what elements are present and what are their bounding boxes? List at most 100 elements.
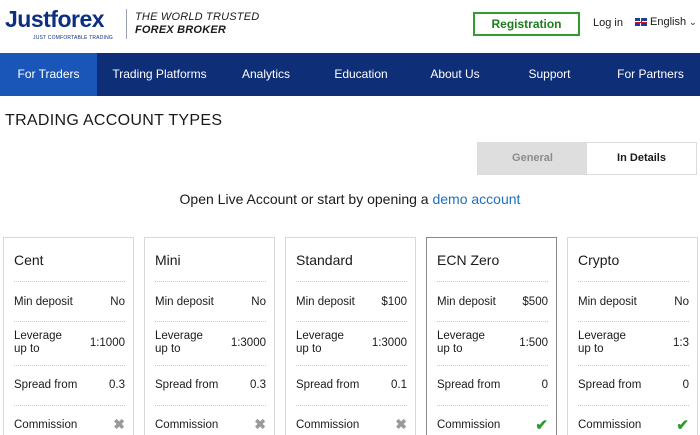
check-icon: ✔ bbox=[535, 417, 548, 434]
leverage-row: Leverage up to 1:500 bbox=[437, 321, 548, 365]
chevron-down-icon: ⌄ bbox=[689, 16, 697, 27]
justforex-logo[interactable]: Justforex JUST COMFORTABLE TRADING bbox=[5, 6, 120, 41]
commission-row: Commission ✔ bbox=[578, 405, 689, 435]
leverage-label: Leverage up to bbox=[296, 330, 344, 355]
min-deposit-label: Min deposit bbox=[437, 296, 496, 308]
cross-icon: ✖ bbox=[113, 416, 125, 432]
nav-item-for-partners[interactable]: For Partners bbox=[601, 53, 700, 96]
language-selector[interactable]: English ⌄ bbox=[635, 16, 697, 28]
spread-value: 0.3 bbox=[250, 379, 266, 391]
open-account-text: Open Live Account or start by opening a bbox=[179, 191, 429, 207]
min-deposit-value: No bbox=[251, 296, 266, 308]
leverage-value: 1:500 bbox=[519, 337, 548, 349]
min-deposit-value: $500 bbox=[522, 296, 548, 308]
logo-wordmark: Justforex bbox=[5, 6, 105, 32]
min-deposit-label: Min deposit bbox=[578, 296, 637, 308]
min-deposit-row: Min deposit $100 bbox=[296, 281, 407, 321]
nav-item-analytics[interactable]: Analytics bbox=[222, 53, 310, 96]
tagline: THE WORLD TRUSTED FOREX BROKER bbox=[135, 11, 259, 37]
login-link[interactable]: Log in bbox=[593, 17, 623, 29]
spread-label: Spread from bbox=[14, 379, 78, 391]
logo-subtitle: JUST COMFORTABLE TRADING bbox=[33, 35, 113, 41]
leverage-value: 1:3000 bbox=[371, 337, 407, 349]
spread-label: Spread from bbox=[437, 379, 501, 391]
leverage-value: 1:3 bbox=[673, 337, 689, 349]
min-deposit-row: Min deposit No bbox=[14, 281, 125, 321]
commission-label: Commission bbox=[578, 419, 642, 431]
min-deposit-row: Min deposit $500 bbox=[437, 281, 548, 321]
account-name: Mini bbox=[155, 252, 181, 268]
account-card-mini[interactable]: Mini Min deposit No Leverage up to 1:3000… bbox=[144, 237, 275, 435]
uk-flag-icon bbox=[635, 18, 647, 26]
min-deposit-label: Min deposit bbox=[14, 296, 73, 308]
commission-label: Commission bbox=[155, 419, 219, 431]
leverage-value: 1:1000 bbox=[89, 337, 125, 349]
leverage-label: Leverage up to bbox=[437, 330, 485, 355]
tab-general[interactable]: General bbox=[478, 143, 587, 174]
commission-row: Commission ✔ bbox=[437, 405, 548, 435]
commission-label: Commission bbox=[296, 419, 360, 431]
main-nav: For Traders Trading Platforms Analytics … bbox=[0, 53, 700, 96]
min-deposit-value: No bbox=[110, 296, 125, 308]
spread-label: Spread from bbox=[155, 379, 219, 391]
spread-row: Spread from 0 bbox=[437, 365, 548, 405]
account-cards: Cent Min deposit No Leverage up to 1:1000… bbox=[0, 237, 700, 435]
min-deposit-row: Min deposit No bbox=[155, 281, 266, 321]
min-deposit-value: $100 bbox=[381, 296, 407, 308]
nav-item-for-traders[interactable]: For Traders bbox=[0, 53, 97, 96]
demo-account-link[interactable]: demo account bbox=[432, 191, 520, 207]
cross-icon: ✖ bbox=[395, 416, 407, 432]
spread-row: Spread from 0.1 bbox=[296, 365, 407, 405]
account-card-cent[interactable]: Cent Min deposit No Leverage up to 1:1000… bbox=[3, 237, 134, 435]
registration-button[interactable]: Registration bbox=[473, 12, 580, 36]
leverage-row: Leverage up to 1:3000 bbox=[296, 321, 407, 365]
cross-icon: ✖ bbox=[254, 416, 266, 432]
leverage-label: Leverage up to bbox=[155, 330, 203, 355]
leverage-label: Leverage up to bbox=[14, 330, 62, 355]
spread-label: Spread from bbox=[296, 379, 360, 391]
check-icon: ✔ bbox=[676, 417, 689, 434]
min-deposit-label: Min deposit bbox=[155, 296, 214, 308]
nav-item-education[interactable]: Education bbox=[310, 53, 412, 96]
leverage-row: Leverage up to 1:1000 bbox=[14, 321, 125, 365]
commission-row: Commission ✖ bbox=[155, 405, 266, 435]
account-card-crypto[interactable]: Crypto Min deposit No Leverage up to 1:3 … bbox=[567, 237, 698, 435]
spread-value: 0.1 bbox=[391, 379, 407, 391]
commission-row: Commission ✖ bbox=[296, 405, 407, 435]
nav-item-trading-platforms[interactable]: Trading Platforms bbox=[97, 53, 222, 96]
account-name: ECN Zero bbox=[437, 252, 500, 268]
logo-divider bbox=[126, 9, 127, 39]
nav-item-support[interactable]: Support bbox=[498, 53, 601, 96]
leverage-value: 1:3000 bbox=[230, 337, 266, 349]
account-card-standard[interactable]: Standard Min deposit $100 Leverage up to … bbox=[285, 237, 416, 435]
tagline-line-1: THE WORLD TRUSTED bbox=[135, 11, 260, 23]
spread-row: Spread from 0.3 bbox=[14, 365, 125, 405]
leverage-label: Leverage up to bbox=[578, 330, 626, 355]
tagline-line-2: FOREX BROKER bbox=[135, 24, 227, 36]
leverage-row: Leverage up to 1:3 bbox=[578, 321, 689, 365]
spread-value: 0 bbox=[682, 379, 689, 391]
spread-label: Spread from bbox=[578, 379, 642, 391]
page-title: TRADING ACCOUNT TYPES bbox=[5, 112, 223, 129]
view-toggle: General In Details bbox=[477, 142, 697, 175]
commission-label: Commission bbox=[437, 419, 501, 431]
account-name: Crypto bbox=[578, 252, 620, 268]
spread-value: 0 bbox=[541, 379, 548, 391]
min-deposit-label: Min deposit bbox=[296, 296, 355, 308]
open-account-prompt: Open Live Account or start by opening a … bbox=[0, 191, 700, 207]
account-card-ecn-zero[interactable]: ECN Zero Min deposit $500 Leverage up to … bbox=[426, 237, 557, 435]
min-deposit-value: No bbox=[674, 296, 689, 308]
tab-in-details[interactable]: In Details bbox=[587, 143, 696, 174]
account-name: Standard bbox=[296, 252, 353, 268]
site-header: Justforex JUST COMFORTABLE TRADING THE W… bbox=[0, 0, 700, 53]
spread-value: 0.3 bbox=[109, 379, 125, 391]
commission-row: Commission ✖ bbox=[14, 405, 125, 435]
commission-label: Commission bbox=[14, 419, 78, 431]
min-deposit-row: Min deposit No bbox=[578, 281, 689, 321]
spread-row: Spread from 0 bbox=[578, 365, 689, 405]
language-label: English bbox=[650, 16, 687, 28]
nav-item-about-us[interactable]: About Us bbox=[412, 53, 498, 96]
leverage-row: Leverage up to 1:3000 bbox=[155, 321, 266, 365]
account-name: Cent bbox=[14, 252, 44, 268]
spread-row: Spread from 0.3 bbox=[155, 365, 266, 405]
